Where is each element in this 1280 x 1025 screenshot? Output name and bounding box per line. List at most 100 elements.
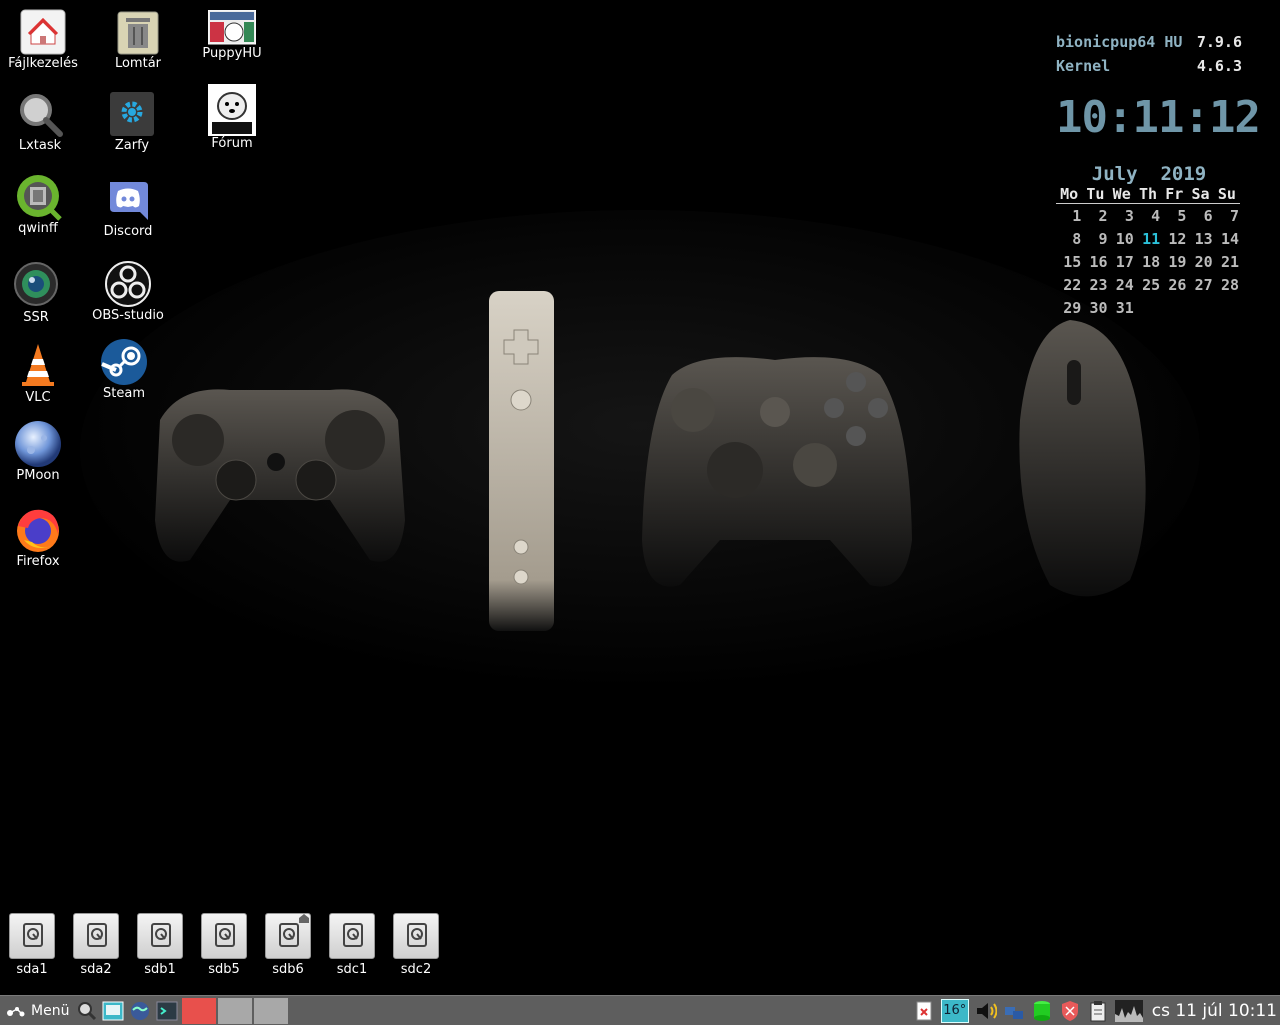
distro-version: 7.9.6 xyxy=(1196,33,1242,51)
calendar-weekdays: Mo Tu We Th Fr Sa Su xyxy=(1056,185,1240,204)
wii-remote-image xyxy=(489,291,554,631)
desktop-icon-obs[interactable]: OBS-studio xyxy=(78,260,178,324)
calendar: Mo Tu We Th Fr Sa Su 1 2 3 4 5 6 7 8 9 10 11 12 13 14 15 16 17… xyxy=(1056,185,1242,319)
desktop-icon-label: Fájlkezelés xyxy=(8,56,78,71)
hard-drive-icon xyxy=(73,913,119,959)
drive-icon-sdb1[interactable]: sdb1 xyxy=(130,913,190,977)
desktop-icon-label: PMoon xyxy=(16,468,60,483)
system-tray: 16° cs 11 júl 10:11 xyxy=(910,996,1280,1025)
desktop-icon-qwinff[interactable]: qwinff xyxy=(0,173,88,237)
taskbar-window-button-1[interactable] xyxy=(182,997,217,1024)
desktop-icon-discord[interactable]: Discord xyxy=(78,176,178,240)
calendar-weekday: Sa xyxy=(1187,185,1214,204)
desktop-icon-fajlkezeles[interactable]: Fájlkezelés xyxy=(0,8,93,72)
moon-icon xyxy=(14,420,62,468)
calendar-day: 8 xyxy=(1072,229,1082,248)
desktop-icon-puppyhu[interactable]: PuppyHU xyxy=(182,9,282,62)
browser-launcher[interactable] xyxy=(128,998,152,1023)
calendar-day xyxy=(1214,296,1240,319)
vlc-cone-icon xyxy=(14,342,62,390)
desktop-icon-label: Discord xyxy=(103,224,153,239)
desktop-icon-zarfy[interactable]: Zarfy xyxy=(82,90,182,154)
puppy-linux-icon xyxy=(208,84,256,136)
calendar-title: July 2019 xyxy=(1056,163,1242,185)
temperature-indicator[interactable]: 16° xyxy=(940,998,969,1023)
clipboard-icon[interactable] xyxy=(1087,1000,1109,1022)
taskbar: Menü 16° cs 11 júl 10:11 xyxy=(0,995,1280,1025)
calendar-weekday: We xyxy=(1108,185,1135,204)
desktop-icon-label: Fórum xyxy=(211,136,253,151)
desktop-icon-firefox[interactable]: Firefox xyxy=(0,506,88,570)
calendar-weekday: Su xyxy=(1213,185,1240,204)
calendar-day: 14 xyxy=(1220,229,1239,248)
desktop-icon-forum[interactable]: Fórum xyxy=(182,84,282,152)
hard-drive-icon xyxy=(9,913,55,959)
calendar-day: 2 xyxy=(1098,206,1108,225)
storage-icon[interactable] xyxy=(1031,1000,1053,1022)
desktop-icon-lomtar[interactable]: Lomtár xyxy=(88,8,188,72)
drive-label: sdc1 xyxy=(336,962,368,977)
calendar-day: 28 xyxy=(1220,275,1239,294)
calendar-day: 22 xyxy=(1063,275,1082,294)
calendar-day: 7 xyxy=(1229,206,1239,225)
calendar-day: 27 xyxy=(1194,275,1213,294)
calendar-weekday: Tu xyxy=(1082,185,1109,204)
drive-icon-sdb6[interactable]: sdb6 xyxy=(258,913,318,977)
desktop-icon-label: PuppyHU xyxy=(202,46,262,61)
search-launcher[interactable] xyxy=(76,998,98,1023)
cpu-graph-icon[interactable] xyxy=(1114,999,1143,1022)
desktop-icon-label: Lxtask xyxy=(18,138,62,153)
calendar-day: 10 xyxy=(1115,229,1134,248)
drive-icon-sda1[interactable]: sda1 xyxy=(2,913,62,977)
taskbar-window-button-2[interactable] xyxy=(218,997,253,1024)
drive-icon-sda2[interactable]: sda2 xyxy=(66,913,126,977)
calendar-day xyxy=(1161,296,1187,319)
calendar-day: 19 xyxy=(1168,252,1187,271)
drive-label: sdb1 xyxy=(144,962,176,977)
calendar-day: 13 xyxy=(1194,229,1213,248)
drive-icon-sdb5[interactable]: sdb5 xyxy=(194,913,254,977)
calendar-week: 29 30 31 xyxy=(1056,296,1240,319)
hard-drive-icon xyxy=(201,913,247,959)
desktop-icon-steam[interactable]: Steam xyxy=(74,338,174,402)
calendar-day: 15 xyxy=(1063,252,1082,271)
drive-icon-sdc2[interactable]: sdc2 xyxy=(386,913,446,977)
calendar-year: 2019 xyxy=(1160,163,1207,185)
desktop-icon-label: Lomtár xyxy=(114,56,162,71)
desktop-icon-label: qwinff xyxy=(18,221,58,236)
calendar-day: 1 xyxy=(1072,206,1082,225)
shield-icon[interactable] xyxy=(1059,1000,1081,1022)
drive-icon-sdc1[interactable]: sdc1 xyxy=(322,913,382,977)
firefox-icon xyxy=(14,506,62,554)
calendar-month: July xyxy=(1091,163,1138,185)
puppyhu-icon xyxy=(207,9,257,46)
calendar-day: 26 xyxy=(1168,275,1187,294)
menu-button[interactable]: Menü xyxy=(0,998,73,1023)
desktop-launcher[interactable] xyxy=(101,998,125,1023)
drive-label: sdc2 xyxy=(400,962,432,977)
hard-drive-icon xyxy=(329,913,375,959)
desktop-icon-pmoon[interactable]: PMoon xyxy=(0,420,88,484)
distro-label: bionicpup64 HU xyxy=(1056,33,1183,51)
record-lens-icon xyxy=(12,262,60,310)
conky-widget: bionicpup64 HU 7.9.6 Kernel 4.6.3 10:11:… xyxy=(1056,30,1261,319)
taskbar-clock[interactable]: cs 11 júl 10:11 xyxy=(1146,1001,1280,1021)
calendar-day: 25 xyxy=(1142,275,1161,294)
puppy-logo-icon xyxy=(7,1006,25,1016)
volume-icon[interactable] xyxy=(975,1000,997,1022)
calendar-day-today: 11 xyxy=(1142,229,1161,248)
distro-row: bionicpup64 HU 7.9.6 xyxy=(1056,30,1242,54)
calendar-day: 21 xyxy=(1220,252,1239,271)
calendar-day: 6 xyxy=(1203,206,1213,225)
desktop-icon-label: OBS-studio xyxy=(92,308,164,323)
network-icon[interactable] xyxy=(1003,1000,1025,1022)
drive-label: sda2 xyxy=(80,962,112,977)
obs-icon xyxy=(104,260,152,308)
terminal-launcher[interactable] xyxy=(155,998,179,1023)
document-notify-icon[interactable] xyxy=(913,1000,935,1022)
desktop-icon-ssr[interactable]: SSR xyxy=(0,262,86,326)
taskbar-window-button-3[interactable] xyxy=(254,997,289,1024)
desktop-icon-lxtask[interactable]: Lxtask xyxy=(0,90,90,154)
calendar-day: 4 xyxy=(1151,206,1161,225)
conky-clock: 10:11:12 xyxy=(1056,92,1261,143)
